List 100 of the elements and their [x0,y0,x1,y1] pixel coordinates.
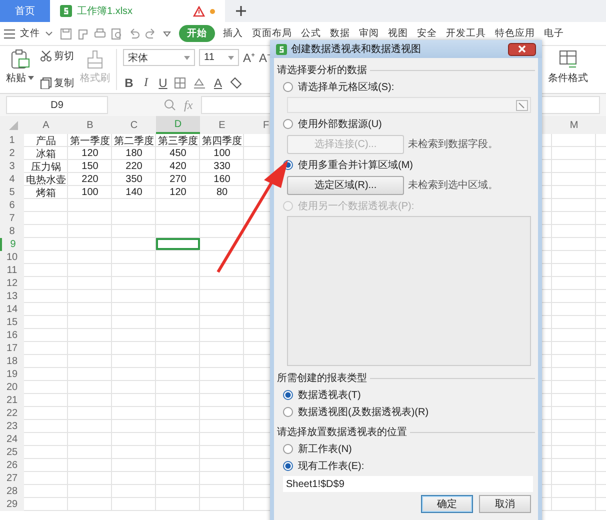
font-color-button[interactable]: A [212,76,224,90]
row-header[interactable]: 16 [0,329,24,342]
dialog-button[interactable]: 取消 [479,495,531,513]
file-menu[interactable]: 文件 [19,25,41,42]
table-cell-text: 第一季度 [69,134,111,147]
radio-button[interactable] [283,444,293,454]
document-tab[interactable]: 工作簿1.xlsx [50,0,225,22]
row-header[interactable]: 26 [0,459,24,472]
row-header[interactable]: 17 [0,342,24,355]
text-style-button[interactable]: I [140,75,152,90]
row-header[interactable]: 22 [0,407,24,420]
column-header[interactable]: M [552,116,596,134]
radio-button[interactable] [283,82,293,92]
row-header[interactable]: 10 [0,251,24,264]
row-header[interactable]: 4 [0,173,24,186]
radio-button[interactable] [283,118,293,128]
table-cell-text: 冰箱 [35,148,57,160]
row-header[interactable]: 23 [0,420,24,433]
table-format-icon[interactable] [558,49,578,69]
radio-button[interactable] [283,406,293,416]
row-header[interactable]: 15 [0,316,24,329]
row-header[interactable]: 25 [0,446,24,459]
row-header[interactable]: 14 [0,303,24,316]
menu-icon[interactable] [4,28,15,38]
text-style-button[interactable]: U [157,76,169,90]
option-label[interactable]: 使用多重合并计算区域(M) [298,158,413,172]
new-tab-icon[interactable] [235,5,247,17]
row-header[interactable]: 27 [0,472,24,485]
menu-tab[interactable]: 公式 [300,25,322,42]
dialog-button[interactable]: 确定 [421,495,473,513]
option-label[interactable]: 使用外部数据源(U) [298,116,382,130]
row-header[interactable]: 18 [0,355,24,368]
menu-tab[interactable]: 视图 [387,25,409,42]
font-size-select[interactable]: 11 [199,49,239,66]
document-tab[interactable]: 首页 [0,0,50,22]
active-cell[interactable] [156,238,200,250]
row-header[interactable]: 13 [0,290,24,303]
column-header[interactable]: C [112,116,156,134]
print-icon[interactable] [94,28,106,40]
column-header[interactable]: B [68,116,112,134]
option-label[interactable]: 现有工作表(E): [298,458,364,472]
radio-button[interactable] [283,390,293,400]
row-header[interactable]: 7 [0,212,24,225]
column-header[interactable]: E [200,116,244,134]
row-header[interactable]: 21 [0,394,24,407]
font-select[interactable]: 宋体 [123,49,195,66]
text-style-button[interactable]: B [123,76,135,90]
save-icon[interactable] [60,28,72,40]
row-header[interactable]: 8 [0,225,24,238]
option-label[interactable]: 数据透视图(及数据透视表)(R) [298,404,429,418]
row-header[interactable]: 24 [0,433,24,446]
row-header[interactable]: 6 [0,199,24,212]
dialog-button[interactable]: 选定区域(R)... [287,176,404,194]
option-label[interactable]: 请选择单元格区域(S): [298,80,394,94]
chevron-down-icon[interactable] [45,30,53,36]
row-header[interactable]: 12 [0,277,24,290]
name-box[interactable]: D9 [6,96,108,114]
cut-button[interactable]: 剪切 [40,49,74,63]
clipboard-icon[interactable] [10,49,30,69]
zoom-icon[interactable] [164,99,176,111]
brush-icon[interactable] [85,49,105,69]
copy-button[interactable]: 复制 [40,76,74,90]
function-label[interactable]: fx [184,98,193,112]
menu-tab[interactable]: 审阅 [358,25,380,42]
menu-tab[interactable]: 电子 [543,25,565,42]
row-header[interactable]: 19 [0,368,24,381]
row-header[interactable]: 5 [0,186,24,199]
preview-icon[interactable] [111,28,123,40]
menu-tab[interactable]: 安全 [416,25,438,42]
row-header[interactable]: 20 [0,381,24,394]
redo-icon[interactable] [145,28,157,40]
menu-tab[interactable]: 开始 [179,25,215,42]
font-size-button[interactable]: A⁺ [243,49,255,66]
menu-tab[interactable]: 开发工具 [445,25,487,42]
eraser-icon[interactable] [229,76,243,88]
row-header[interactable]: 29 [0,498,24,511]
row-header[interactable]: 11 [0,264,24,277]
conditional-format-button[interactable]: 条件格式 [548,71,588,85]
row-header[interactable]: 1 [0,134,24,147]
row-header[interactable]: 2 [0,147,24,160]
row-header[interactable]: 3 [0,160,24,173]
borders-icon[interactable] [174,76,188,88]
font-size-button[interactable]: A⁻ [259,49,271,66]
option-label[interactable]: 数据透视表(T) [298,388,361,402]
undo-icon[interactable] [128,28,140,40]
radio-button[interactable] [283,460,293,470]
column-header[interactable]: D [156,116,200,134]
menu-tab[interactable]: 插入 [222,25,244,42]
location-field[interactable]: Sheet1!$D$9 [283,476,533,492]
menu-tab[interactable]: 页面布局 [251,25,293,42]
option-label[interactable]: 新工作表(N) [298,442,352,456]
row-header[interactable]: 9 [0,238,24,251]
menu-tab[interactable]: 数据 [329,25,351,42]
fill-color-icon[interactable] [193,76,207,88]
dropdown-icon[interactable] [162,28,172,38]
row-header[interactable]: 28 [0,485,24,498]
menu-tab[interactable]: 特色应用 [494,25,536,42]
column-header[interactable]: A [24,116,68,134]
close-button[interactable] [508,42,536,56]
paste-button[interactable]: 粘贴 [6,71,34,85]
